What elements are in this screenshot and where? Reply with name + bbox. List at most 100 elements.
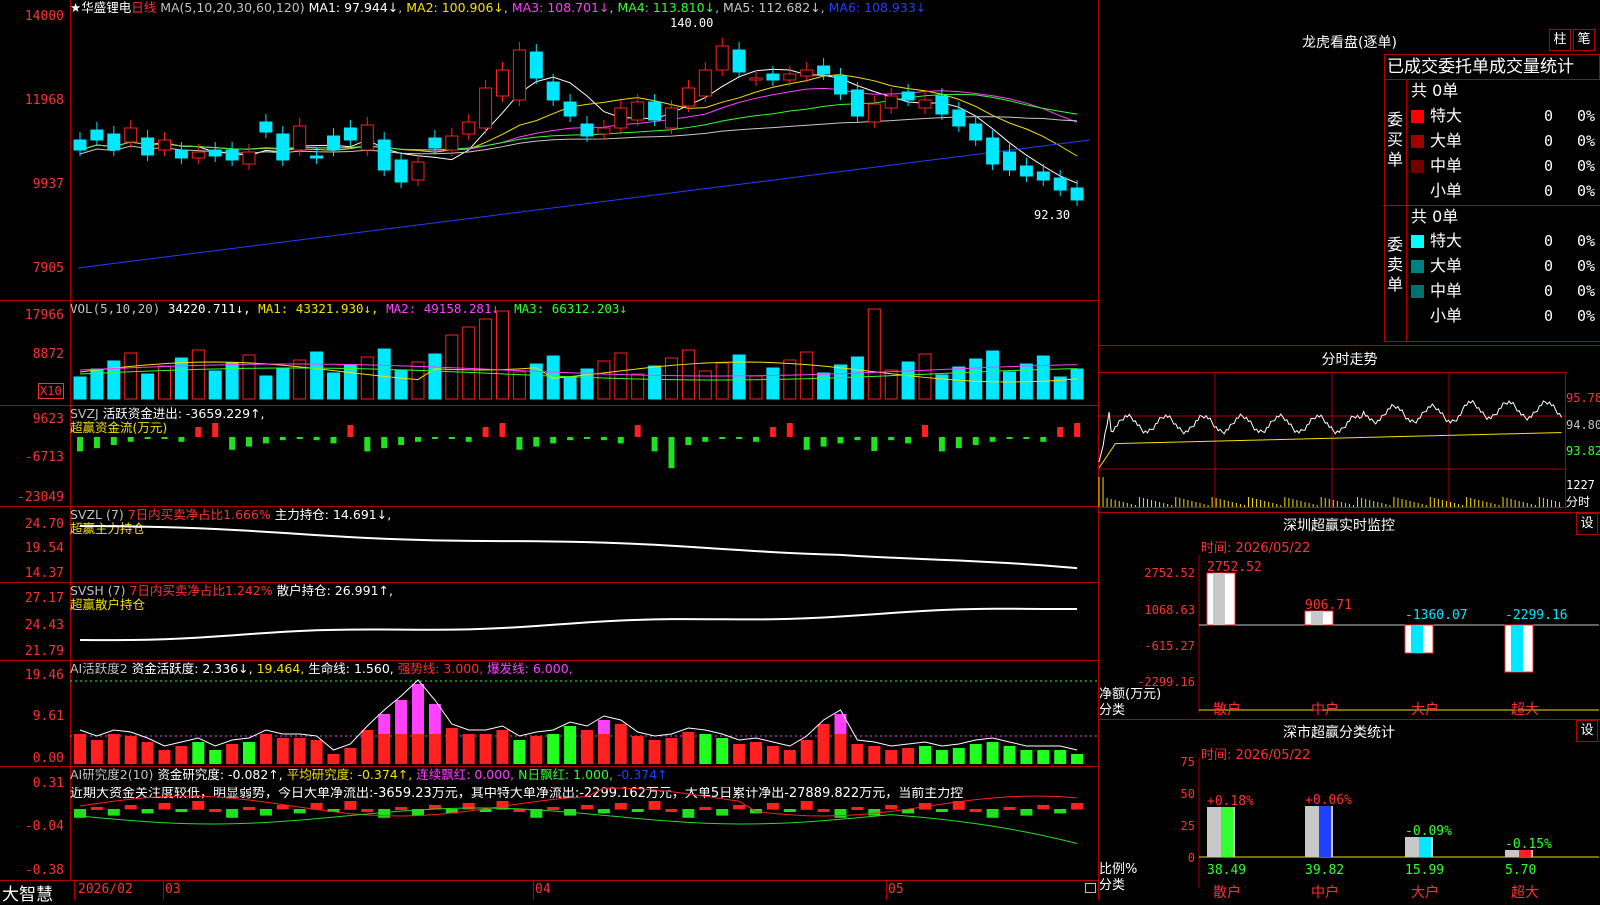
- activity-bar: [276, 738, 289, 764]
- candle: [749, 77, 763, 81]
- candle: [952, 109, 966, 127]
- sz-xlabel: 分类: [1099, 703, 1126, 718]
- activity-bar: [1037, 750, 1050, 764]
- activity-bar-top: [428, 704, 441, 734]
- research-bar: [192, 801, 205, 810]
- svzj-chart: [77, 423, 1081, 469]
- volume-bar: [665, 357, 678, 400]
- candle: [73, 139, 87, 151]
- bar-mode-button[interactable]: 柱: [1549, 29, 1571, 51]
- buy-row[interactable]: 中单: [1411, 154, 1462, 178]
- kline-pane[interactable]: 14000 11968 9937 7905 ★华盛锂电日线 MA(5,10,20…: [0, 0, 1098, 300]
- sell-row-name: 中单: [1430, 281, 1463, 300]
- intraday-vol-tick: 1227: [1566, 478, 1595, 492]
- activity-bar: [682, 732, 695, 764]
- lock-icon[interactable]: [1085, 883, 1096, 893]
- candle: [715, 45, 729, 71]
- volume-bar: [360, 356, 374, 400]
- sell-row-value: 0: [1544, 257, 1554, 275]
- volume-bar: [867, 308, 881, 400]
- candle: [1036, 171, 1050, 181]
- flow-bar: [465, 437, 472, 442]
- research-bar: [648, 801, 661, 810]
- buy-row-name: 小单: [1430, 181, 1463, 200]
- flow-bar: [246, 437, 252, 447]
- sz-category-label: 中户: [1311, 702, 1339, 718]
- flow-bar: [212, 423, 219, 437]
- svzj-pane[interactable]: 9623 -6713 -23049 SVZJ 活跃资金进出: -3659.229…: [0, 405, 1098, 506]
- sell-side-label: 委卖单: [1387, 235, 1404, 294]
- candle: [428, 137, 442, 149]
- sc-settings-button[interactable]: 设: [1576, 720, 1598, 742]
- activity-bar: [817, 724, 830, 764]
- activity-bar: [445, 728, 458, 764]
- volume-bar: [817, 372, 831, 400]
- kline-chart: [73, 38, 1091, 269]
- sz-bar-inner: [1311, 611, 1323, 625]
- sc-tick: 75: [1180, 755, 1195, 769]
- main-hold-line: [79, 525, 1078, 570]
- candle: [1070, 187, 1084, 201]
- flow-bar: [668, 437, 675, 469]
- flow-bar: [364, 437, 371, 452]
- volume-bar: [242, 354, 256, 400]
- activity-bar: [90, 740, 103, 764]
- bottom-bar: 大智慧 2026/02 03 04 05: [0, 880, 1098, 905]
- volume-bar: [141, 373, 155, 400]
- sell-row[interactable]: 中单: [1411, 279, 1462, 303]
- activity-bar: [783, 750, 796, 764]
- volume-bar: [969, 358, 983, 400]
- flow-bar: [195, 427, 202, 437]
- volume-bar: [394, 369, 408, 400]
- buy-row-pct: 0%: [1577, 157, 1596, 175]
- flow-bar: [803, 437, 810, 450]
- intraday-chart: [1098, 372, 1566, 508]
- ai-research-pane[interactable]: 0.31 -0.04 -0.38 AI研究度2(10) 资金研究度: -0.08…: [0, 766, 1098, 880]
- volume-pane[interactable]: 17966 8872 X10 VOL(5,10,20) 34220.711↓, …: [0, 300, 1098, 405]
- sell-row[interactable]: 大单: [1411, 254, 1462, 278]
- activity-bar: [175, 746, 188, 764]
- candle: [817, 65, 831, 75]
- activity-bar: [479, 734, 492, 764]
- candle: [90, 129, 104, 141]
- svsh-pane[interactable]: 27.17 24.43 21.79 SVSH (7) 7日内买卖净占比1.242…: [0, 582, 1098, 660]
- activity-bar: [1020, 750, 1033, 764]
- buy-row-pct: 0%: [1577, 107, 1596, 125]
- volume-bar: [563, 376, 577, 400]
- sz-bar-label: -1360.07: [1405, 608, 1468, 623]
- activity-bar: [648, 740, 661, 764]
- sz-settings-button[interactable]: 设: [1576, 513, 1598, 535]
- sz-bar-label: 906.71: [1305, 598, 1352, 613]
- volume-chart: [73, 308, 1084, 400]
- ai-activity-pane[interactable]: 19.46 9.61 0.00 AI活跃度2 资金活跃度: 2.336↓, 19…: [0, 660, 1098, 766]
- research-bar: [868, 809, 881, 816]
- sell-total: 共 0单: [1411, 207, 1459, 226]
- tick-mode-button[interactable]: 笔: [1573, 29, 1595, 51]
- flow-bar: [381, 437, 388, 449]
- activity-bar-top: [412, 684, 424, 734]
- activity-bar: [141, 742, 154, 764]
- buy-row[interactable]: 特大: [1411, 104, 1462, 128]
- activity-bar: [344, 748, 357, 764]
- candle: [512, 49, 526, 101]
- svzl-pane[interactable]: 24.70 19.54 14.37 SVZL (7) 7日内买卖净占比1.666…: [0, 506, 1098, 582]
- volume-bar: [124, 352, 138, 400]
- sell-row[interactable]: 小单: [1411, 304, 1462, 328]
- candle: [631, 101, 645, 121]
- sell-row[interactable]: 特大: [1411, 229, 1462, 253]
- buy-row[interactable]: 小单: [1411, 179, 1462, 203]
- activity-bar: [986, 742, 999, 764]
- candle: [208, 149, 222, 157]
- activity-bar: [716, 738, 729, 764]
- candle: [479, 87, 493, 129]
- flow-bar: [178, 437, 185, 442]
- sz-bar-label: 2752.52: [1207, 560, 1262, 575]
- activity-bar: [868, 746, 881, 764]
- volume-bar: [597, 360, 611, 400]
- sc-value-label: 15.99: [1405, 863, 1444, 878]
- volume-bar: [648, 365, 662, 400]
- research-bar: [581, 805, 593, 810]
- flow-bar: [229, 437, 236, 450]
- activity-bar: [631, 736, 644, 764]
- buy-row[interactable]: 大单: [1411, 129, 1462, 153]
